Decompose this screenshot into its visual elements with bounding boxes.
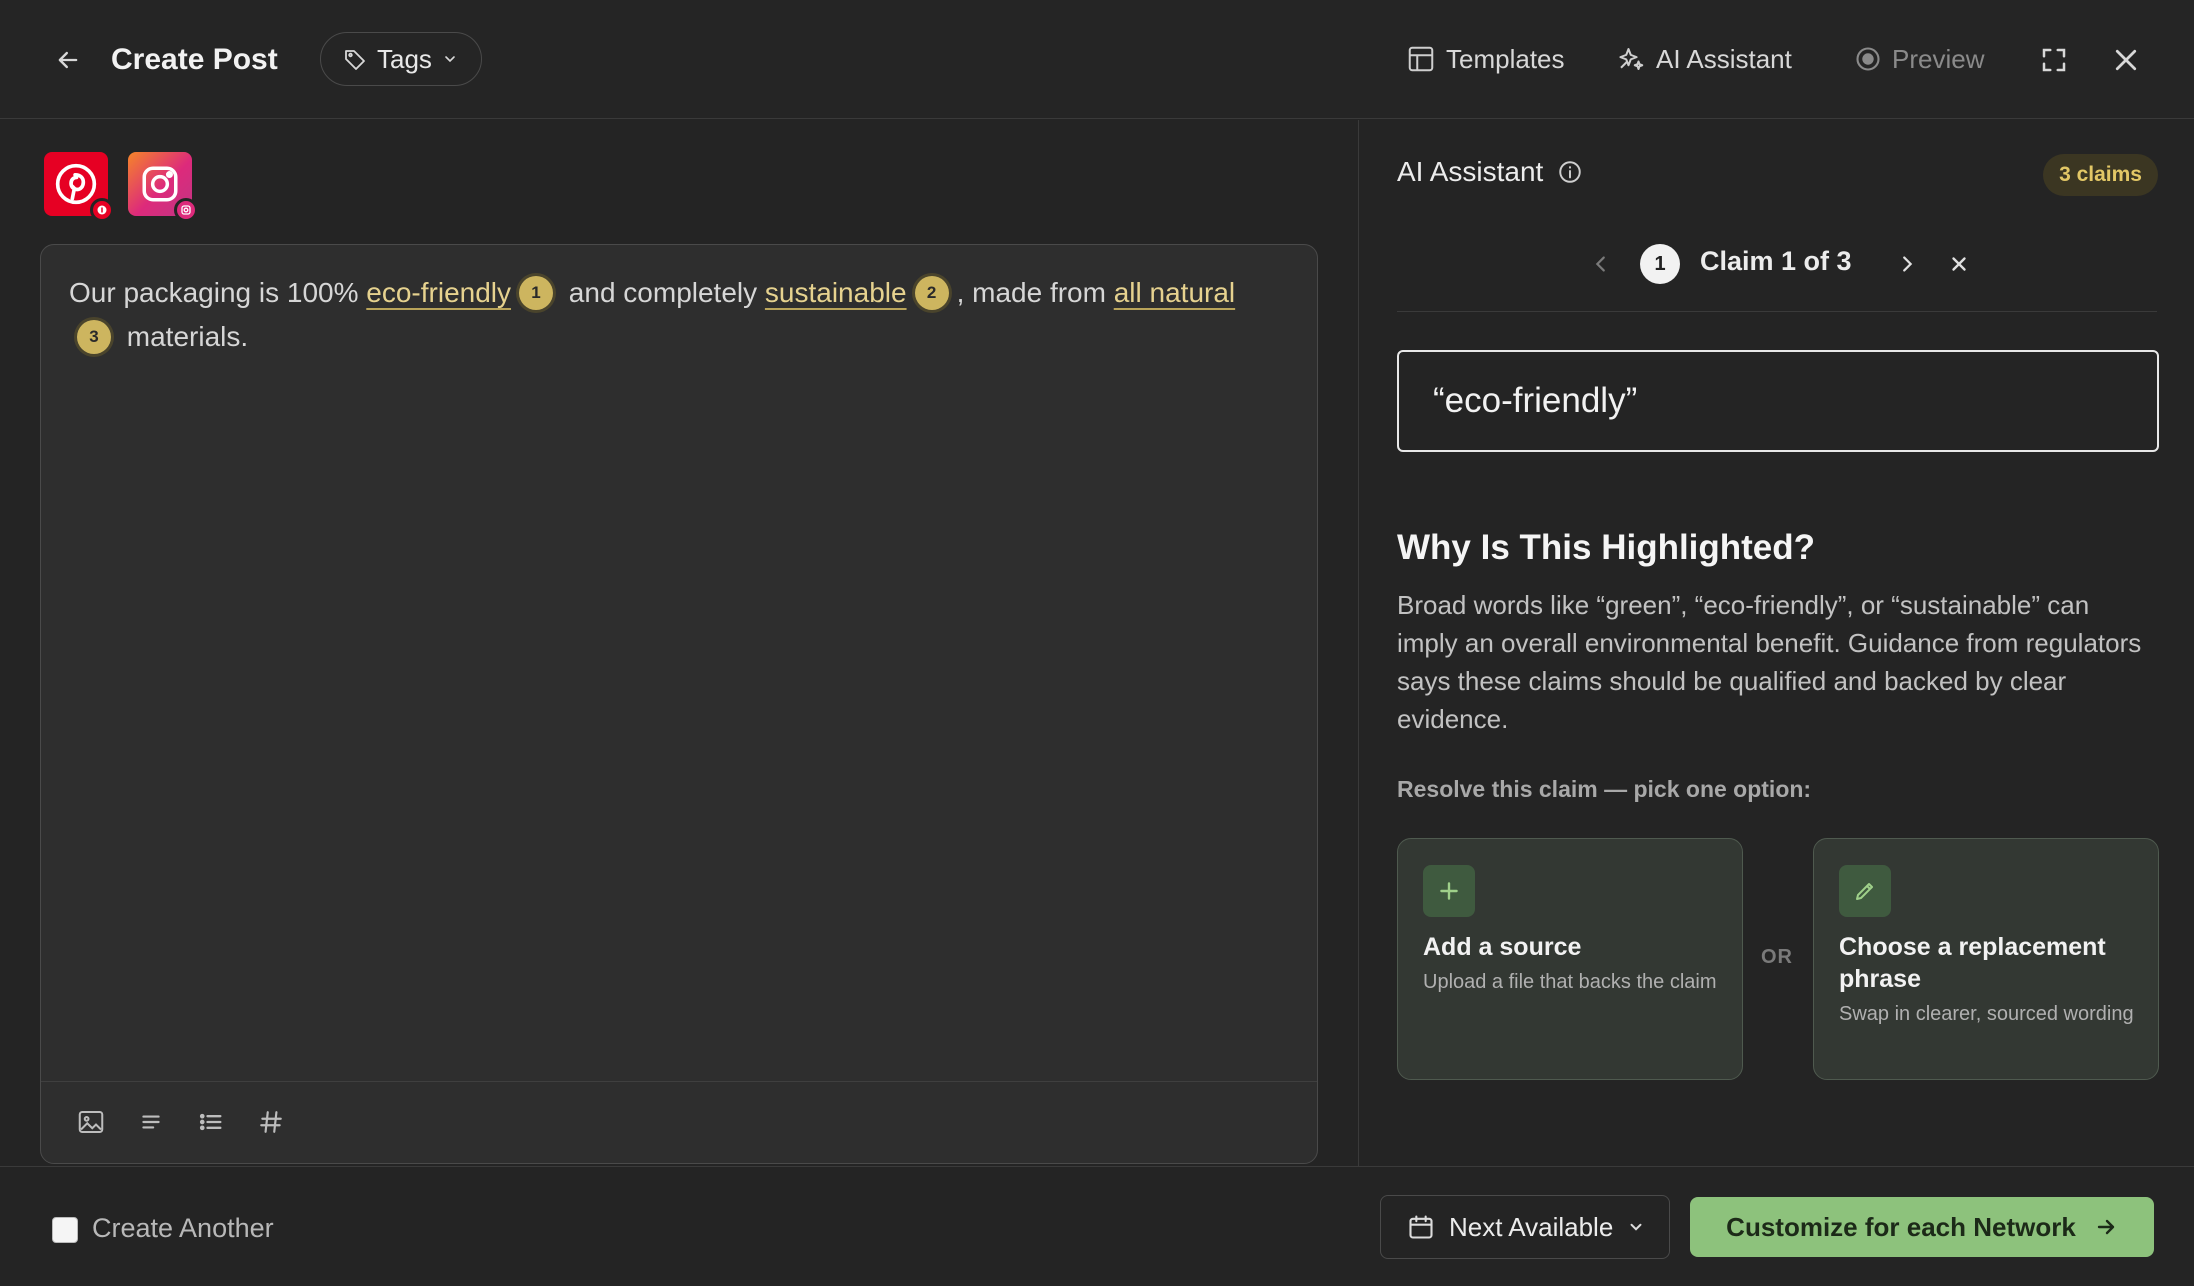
hashtag-icon[interactable] (251, 1102, 291, 1142)
schedule-label: Next Available (1449, 1211, 1614, 1242)
pinterest-icon (55, 163, 97, 205)
claim-navigator: 1 Claim 1 of 3 (1397, 228, 2157, 312)
resolve-label: Resolve this claim — pick one option: (1397, 776, 1812, 802)
text-segment: Our packaging is 100% (69, 277, 367, 308)
page-title: Create Post (111, 43, 278, 76)
footer: Create Another Next Available Customize … (0, 1166, 2194, 1286)
close-icon[interactable] (2106, 40, 2146, 80)
claim-counter: Claim 1 of 3 (1700, 246, 1852, 276)
option-title: Add a source (1423, 933, 1582, 961)
network-badge (174, 198, 198, 222)
templates-button[interactable]: Templates (1406, 36, 1565, 82)
claim-number-badge[interactable]: 1 (519, 275, 554, 310)
preview-label: Preview (1892, 43, 1985, 74)
templates-label: Templates (1446, 43, 1565, 74)
schedule-dropdown[interactable]: Next Available (1380, 1195, 1670, 1259)
header: Create Post Tags Templates AI Assistant … (0, 0, 2194, 119)
text-format-icon[interactable] (131, 1102, 171, 1142)
claim-number-badge[interactable]: 3 (77, 319, 111, 354)
post-text[interactable]: Our packaging is 100% eco-friendly 1 and … (69, 271, 1279, 359)
chevron-down-icon (445, 56, 455, 63)
network-badge (90, 198, 114, 222)
ai-assistant-label: AI Assistant (1656, 43, 1792, 74)
preview-icon (1856, 47, 1880, 71)
calendar-icon (1409, 1215, 1433, 1239)
ai-assistant-button[interactable]: AI Assistant (1616, 36, 1792, 82)
tag-icon (345, 50, 365, 70)
option-description: Upload a file that backs the claim (1423, 971, 1717, 993)
claims-count-badge: 3 claims (2043, 154, 2158, 196)
option-description: Swap in clearer, sourced wording (1839, 1003, 2134, 1025)
claim-number: 1 (1640, 244, 1680, 284)
customize-network-button[interactable]: Customize for each Network (1690, 1197, 2154, 1257)
close-claim-icon[interactable] (1943, 248, 1975, 280)
option-title: Choose a replacement phrase (1839, 933, 2106, 993)
tags-dropdown[interactable]: Tags (320, 32, 482, 86)
claim-highlight-2[interactable]: sustainable (765, 277, 907, 308)
why-highlighted-text: Broad words like “green”, “eco-friendly”… (1397, 590, 2142, 734)
editor-toolbar (41, 1081, 1317, 1163)
list-icon[interactable] (191, 1102, 231, 1142)
instagram-icon (142, 166, 178, 202)
customize-label: Customize for each Network (1726, 1211, 2076, 1242)
why-highlighted-title: Why Is This Highlighted? (1397, 528, 1816, 567)
info-icon[interactable] (1557, 159, 1583, 185)
chevron-down-icon (1630, 1223, 1642, 1231)
create-another-checkbox[interactable] (52, 1217, 78, 1243)
chevron-left-icon[interactable] (1585, 248, 1617, 280)
or-separator: OR (1761, 946, 1793, 968)
fullscreen-icon[interactable] (2034, 40, 2074, 80)
replacement-phrase-option[interactable]: Choose a replacement phrase Swap in clea… (1813, 838, 2159, 1080)
sparkle-icon (1619, 48, 1644, 70)
preview-button[interactable]: Preview (1854, 36, 1984, 82)
plus-icon (1423, 865, 1475, 917)
claim-highlight-3[interactable]: all natural (1114, 277, 1235, 308)
network-pinterest[interactable] (44, 152, 114, 222)
text-segment: materials. (119, 321, 249, 352)
tags-label: Tags (377, 43, 432, 74)
ai-panel-title: AI Assistant (1397, 156, 1544, 187)
composer-panel: Our packaging is 100% eco-friendly 1 and … (0, 120, 1358, 1166)
claim-number-badge[interactable]: 2 (914, 275, 949, 310)
chevron-right-icon[interactable] (1891, 248, 1923, 280)
text-segment: , made from (956, 277, 1114, 308)
back-arrow-icon[interactable] (48, 40, 88, 80)
post-editor[interactable]: Our packaging is 100% eco-friendly 1 and … (40, 244, 1318, 1164)
network-instagram[interactable] (128, 152, 198, 222)
template-icon (1408, 46, 1434, 72)
text-segment: and completely (561, 277, 765, 308)
image-icon[interactable] (71, 1102, 111, 1142)
arrow-right-icon (2097, 1219, 2115, 1235)
create-another-label: Create Another (92, 1213, 274, 1243)
claim-highlight-1[interactable]: eco-friendly (366, 277, 511, 308)
ai-panel-header: AI Assistant (1397, 156, 1583, 188)
add-source-option[interactable]: Add a source Upload a file that backs th… (1397, 838, 1743, 1080)
claim-quote: “eco-friendly” (1397, 350, 2159, 452)
pencil-icon (1839, 865, 1891, 917)
ai-assistant-panel: AI Assistant 3 claims 1 Claim 1 of 3 “ec… (1359, 120, 2194, 1166)
